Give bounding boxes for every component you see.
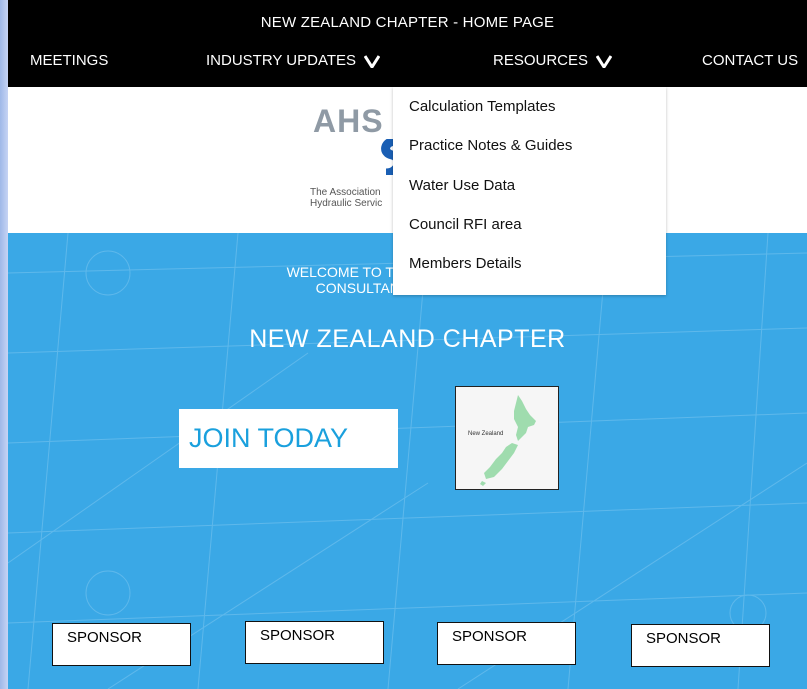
menu-item-calculation-templates[interactable]: Calculation Templates [409, 98, 555, 115]
nav-meetings[interactable]: MEETINGS [30, 52, 108, 69]
nav-resources[interactable]: RESOURCES [493, 52, 613, 69]
nav-industry-updates[interactable]: INDUSTRY UPDATES [206, 52, 381, 69]
page: NEW ZEALAND CHAPTER - HOME PAGE MEETINGS… [8, 0, 807, 689]
blueprint-background [8, 233, 807, 689]
nav-contact-us-label: CONTACT US [702, 52, 799, 69]
chevron-down-icon [364, 55, 381, 68]
sponsor-box-1[interactable]: SPONSOR [52, 623, 191, 666]
sponsor-box-3[interactable]: SPONSOR [437, 622, 576, 665]
nav-contact-us[interactable]: CONTACT US [702, 52, 798, 69]
menu-item-members-details[interactable]: Members Details [409, 255, 522, 272]
new-zealand-map-icon [480, 395, 536, 486]
resources-dropdown-menu: Calculation Templates Practice Notes & G… [393, 87, 666, 295]
menu-item-water-use-data[interactable]: Water Use Data [409, 177, 515, 194]
nav-industry-updates-label: INDUSTRY UPDATES [206, 52, 357, 69]
page-title: NEW ZEALAND CHAPTER - HOME PAGE [260, 14, 555, 31]
sponsor-box-2[interactable]: SPONSOR [245, 621, 384, 664]
menu-item-council-rfi-area[interactable]: Council RFI area [409, 216, 522, 233]
chapter-heading: NEW ZEALAND CHAPTER [249, 325, 566, 353]
top-navigation-bar: NEW ZEALAND CHAPTER - HOME PAGE MEETINGS… [8, 0, 807, 87]
new-zealand-map[interactable]: New Zealand [455, 386, 559, 490]
nav-resources-label: RESOURCES [493, 52, 589, 69]
map-label: New Zealand [468, 431, 504, 437]
join-today-button[interactable]: JOIN TODAY [179, 409, 398, 468]
menu-item-practice-notes-guides[interactable]: Practice Notes & Guides [409, 137, 572, 154]
sponsor-box-4[interactable]: SPONSOR [631, 624, 770, 667]
chevron-down-icon [596, 55, 613, 68]
nav-meetings-label: MEETINGS [30, 52, 109, 69]
logo-text: AHS [313, 103, 384, 139]
